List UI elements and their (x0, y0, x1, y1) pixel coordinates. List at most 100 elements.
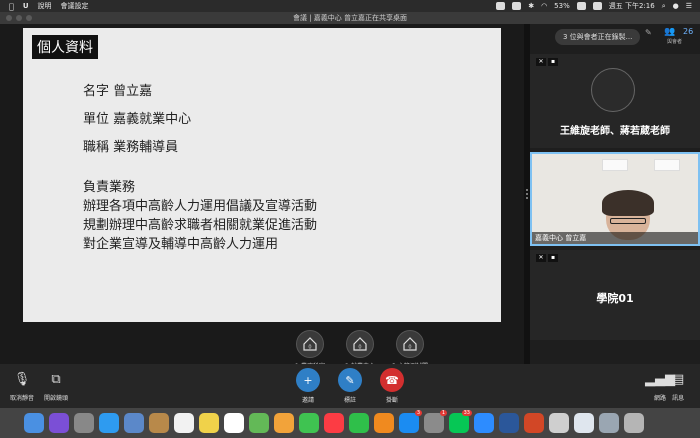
meeting-settings-menu[interactable]: 會議設定 (61, 1, 89, 11)
minimize-window-button[interactable] (16, 15, 22, 21)
battery-icon[interactable] (576, 2, 586, 10)
slide-line: 負責業務 (83, 180, 136, 195)
messages-icon[interactable] (299, 413, 319, 433)
safari-icon[interactable] (99, 413, 119, 433)
participant-tile[interactable]: ✕ ▪ 學院01 (530, 250, 700, 340)
chat-icon: ▤ (672, 371, 685, 387)
notes-icon[interactable] (149, 413, 169, 433)
mute-badges: ✕ ▪ (536, 58, 558, 66)
recording-status[interactable]: 3 位與會者正在錄製... (555, 29, 641, 45)
participant-tile[interactable]: ✕ ▪ 王維旋老師、蔣若葳老師 (530, 54, 700, 148)
hang-up-button[interactable]: ☎ 掛斷 (380, 368, 404, 404)
battery-percent[interactable]: 53% (554, 2, 570, 10)
launchpad-icon[interactable] (74, 413, 94, 433)
start-video-label: 開啟鏡頭 (44, 395, 69, 402)
mic-muted-icon: ✕ (536, 58, 546, 66)
stickies-icon[interactable] (199, 413, 219, 433)
help-menu[interactable]: 說明 (38, 1, 52, 11)
annotate-label: 標註 (343, 397, 356, 404)
app-menu-letter[interactable]: U (23, 2, 29, 10)
participant-panel: 3 位與會者正在錄製... ✎ 👥 26 與會者 ✕ ▪ 王維旋老師、蔣若葳老師… (530, 24, 700, 364)
bluetooth-icon[interactable]: ✱ (528, 2, 534, 10)
invite-label: 邀請 (301, 397, 314, 404)
participant-name: 嘉義中心 曾立嘉 (532, 232, 698, 244)
window-title: 會議 | 嘉義中心 曾立嘉正在共享桌面 (292, 14, 408, 22)
wifi-icon[interactable]: ◠ (541, 2, 547, 10)
zoom-app-icon[interactable] (474, 413, 494, 433)
shared-slide: 個人資料 名字 曾立嘉 單位 嘉義就業中心 職稱 業務輔導員 負責業務 辦理各項… (23, 28, 501, 322)
video-off-icon: ▪ (548, 58, 558, 66)
slide-line: 對企業宣導及輔導中高齡人力運用 (83, 237, 279, 252)
books-icon[interactable] (374, 413, 394, 433)
notification-badge: 33 (461, 410, 472, 416)
slide-line: 名字 曾立嘉 (83, 84, 153, 99)
participant-name: 王維旋老師、蔣若葳老師 (560, 126, 670, 137)
slide-title: 個人資料 (32, 35, 98, 59)
line-status-icon[interactable] (512, 2, 522, 10)
participant-name: 學院01 (596, 292, 634, 305)
calendar-icon[interactable] (174, 413, 194, 433)
hang-up-icon: ☎ (380, 368, 404, 392)
clock[interactable]: 週五 下午2:16 (609, 1, 655, 11)
mute-badges: ✕ ▪ (536, 254, 558, 262)
maps-icon[interactable] (249, 413, 269, 433)
word-icon[interactable] (499, 413, 519, 433)
ceiling-light (602, 159, 628, 171)
reminders-icon[interactable] (224, 413, 244, 433)
control-center-icon[interactable]: ☰ (686, 2, 692, 10)
meeting-toolbar: 🎙 取消靜音 ⧉ 開啟鏡頭 + 邀請 ✎ 標註 ☎ 掛斷 ▂▄▆ 網路 ▤ 訊息 (0, 364, 700, 408)
breakout-room-badge: 0 (308, 345, 311, 351)
chat-button[interactable]: ▤ 訊息 (672, 368, 685, 403)
participants-label[interactable]: 與會者 (667, 38, 682, 45)
finder-icon[interactable] (24, 413, 44, 433)
panel-header: 3 位與會者正在錄製... ✎ 👥 26 與會者 (530, 24, 700, 50)
facetime-icon[interactable] (349, 413, 369, 433)
photos-icon[interactable] (274, 413, 294, 433)
window-controls (6, 15, 32, 21)
invite-button[interactable]: + 邀請 (296, 368, 320, 404)
hang-up-label: 掛斷 (385, 397, 398, 404)
status-app-icon[interactable] (496, 2, 506, 10)
network-label: 網路 (653, 395, 666, 402)
chat-label: 訊息 (672, 395, 685, 402)
annotate-button[interactable]: ✎ 標註 (338, 368, 362, 404)
breakout-room-badge: 0 (358, 345, 361, 351)
screenshot-icon[interactable] (549, 413, 569, 433)
unmute-label: 取消靜音 (10, 395, 35, 402)
line-icon[interactable]: 33 (449, 410, 472, 433)
powerpoint-icon[interactable] (524, 413, 544, 433)
mic-muted-icon: ✕ (536, 254, 546, 262)
notification-badge: 3 (414, 410, 422, 416)
app-store-icon[interactable]: 3 (399, 410, 422, 433)
slide-line: 規劃辦理中高齡求職者相關就業促進活動 (83, 218, 318, 233)
spotlight-icon[interactable]: ⌕ (662, 2, 666, 11)
apple-menu-icon[interactable]:  (9, 2, 14, 11)
participants-icon[interactable]: 👥 (664, 27, 675, 37)
document-icon[interactable] (574, 413, 594, 433)
slide-line: 辦理各項中高齡人力運用倡議及宣導活動 (83, 199, 318, 214)
start-video-button[interactable]: ⧉ 開啟鏡頭 (44, 368, 69, 403)
trash-icon[interactable] (624, 413, 644, 433)
unmute-button[interactable]: 🎙 取消靜音 (10, 368, 35, 403)
network-button[interactable]: ▂▄▆ 網路 (645, 368, 675, 403)
avatar (591, 68, 635, 112)
preview-icon[interactable] (124, 413, 144, 433)
participants-count: 26 (683, 27, 694, 36)
music-icon[interactable] (324, 413, 344, 433)
active-speaker-video[interactable]: 嘉義中心 曾立嘉 (530, 152, 700, 246)
system-preferences-icon[interactable]: 1 (424, 410, 447, 433)
edit-icon[interactable]: ✎ (645, 28, 652, 37)
window-title-bar: 會議 | 嘉義中心 曾立嘉正在共享桌面 (0, 12, 700, 24)
siri-menubar-icon[interactable]: ● (673, 2, 679, 10)
close-window-button[interactable] (6, 15, 12, 21)
flag-icon[interactable] (592, 2, 602, 10)
breakout-room-icon: 0 (396, 330, 424, 358)
add-person-icon: + (296, 368, 320, 392)
notification-badge: 1 (439, 410, 447, 416)
desktop-icon[interactable] (599, 413, 619, 433)
siri-icon[interactable] (49, 413, 69, 433)
shared-screen-area: 個人資料 名字 曾立嘉 單位 嘉義就業中心 職稱 業務輔導員 負責業務 辦理各項… (0, 24, 524, 370)
zoom-window-button[interactable] (26, 15, 32, 21)
slide-line: 單位 嘉義就業中心 (83, 112, 192, 127)
ceiling-light (654, 159, 680, 171)
